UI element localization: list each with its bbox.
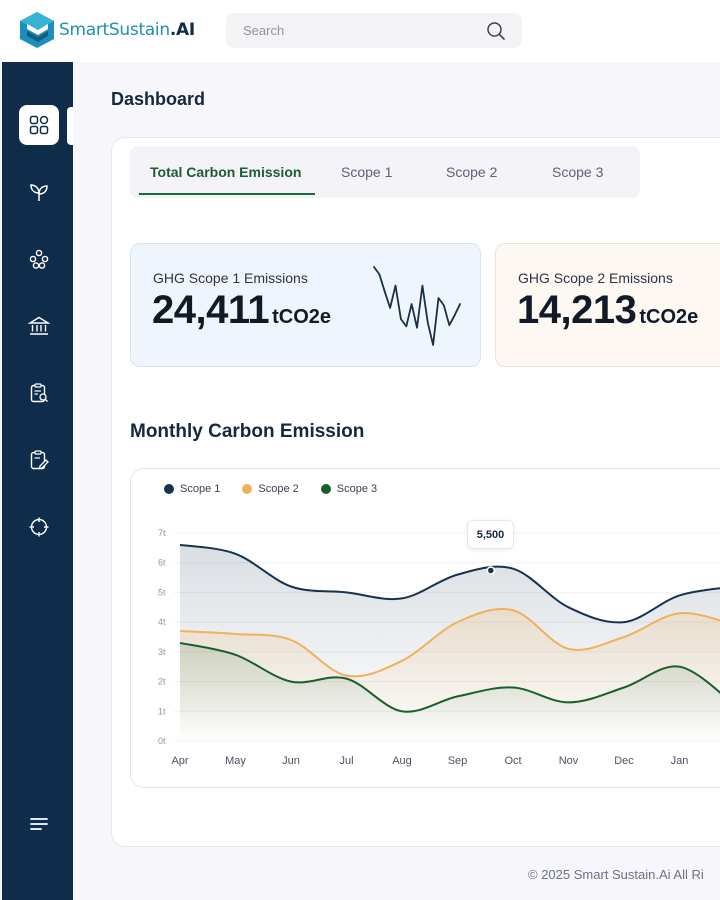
tab-scope-2[interactable]: Scope 2 <box>446 164 497 180</box>
stat-number: 24,411 <box>152 288 270 332</box>
tab-total-carbon-emission[interactable]: Total Carbon Emission <box>150 164 301 180</box>
y-tick-label: 6t <box>158 558 166 568</box>
y-tick-label: 5t <box>158 587 166 597</box>
bank-icon <box>28 316 50 335</box>
sidebar-item-dashboard[interactable] <box>19 105 59 145</box>
y-tick-label: 7t <box>158 528 166 538</box>
y-tick-label: 3t <box>158 647 166 657</box>
menu-icon <box>30 818 48 830</box>
sidebar-item-network[interactable] <box>19 239 59 279</box>
brand-name-part2: .AI <box>169 20 195 40</box>
grid-icon <box>29 115 49 135</box>
search-placeholder: Search <box>243 23 285 38</box>
brand-name-part1: SmartSustain <box>59 20 170 40</box>
sidebar-item-reports[interactable] <box>19 373 59 413</box>
x-tick-label: May <box>225 755 246 767</box>
sidebar-item-sustainability[interactable] <box>19 172 59 212</box>
search-input[interactable]: Search <box>226 13 522 48</box>
tab-bar: Total Carbon Emission Scope 1 Scope 2 Sc… <box>130 146 640 198</box>
stat-label: GHG Scope 1 Emissions <box>153 270 308 286</box>
x-tick-label: Apr <box>171 755 188 767</box>
brand-logo-icon <box>20 12 54 48</box>
sidebar-item-edit[interactable] <box>19 440 59 480</box>
x-tick-label: Jan <box>671 755 689 767</box>
sidebar-active-marker <box>67 107 73 145</box>
stat-card-scope-1[interactable]: GHG Scope 1 Emissions 24,411 tCO2e <box>130 243 481 367</box>
top-bar: SmartSustain.AI Search <box>0 0 720 62</box>
tab-scope-3[interactable]: Scope 3 <box>552 164 603 180</box>
stat-value: 14,213 tCO2e <box>517 288 698 333</box>
sidebar-item-target[interactable] <box>19 507 59 547</box>
brand-logo[interactable]: SmartSustain.AI <box>18 10 195 50</box>
stat-value: 24,411 tCO2e <box>152 288 331 333</box>
x-tick-label: Nov <box>559 755 579 767</box>
y-tick-label: 2t <box>158 677 166 687</box>
x-tick-label: Oct <box>504 755 521 767</box>
page-title: Dashboard <box>111 89 206 109</box>
x-tick-label: Jul <box>339 755 353 767</box>
sidebar-menu-toggle[interactable] <box>19 804 59 844</box>
y-tick-label: 4t <box>158 617 166 627</box>
sparkline-chart <box>373 266 461 346</box>
x-tick-label: Aug <box>392 755 412 767</box>
brand-name: SmartSustain.AI <box>59 20 195 40</box>
clipboard-edit-icon <box>30 450 49 470</box>
active-tab-indicator <box>139 193 315 195</box>
stat-card-scope-2[interactable]: GHG Scope 2 Emissions 14,213 tCO2e <box>495 243 720 367</box>
sidebar-item-bank[interactable] <box>19 306 59 346</box>
stat-unit: tCO2e <box>272 306 332 328</box>
stat-number: 14,213 <box>517 288 637 332</box>
stat-label: GHG Scope 2 Emissions <box>518 270 673 286</box>
stat-unit: tCO2e <box>639 306 699 328</box>
x-tick-label: Sep <box>448 755 468 767</box>
y-tick-label: 1t <box>158 706 166 716</box>
chart-tooltip: 5,500 <box>467 520 514 549</box>
sparkline-line <box>373 266 461 346</box>
search-icon[interactable] <box>486 21 506 41</box>
clipboard-search-icon <box>30 383 48 403</box>
monthly-emission-title: Monthly Carbon Emission <box>130 421 365 442</box>
sprout-icon <box>30 184 48 201</box>
monthly-emission-chart: 0t 1t 2t 3t 4t 5t 6t 7t Apr May Jun Jul Aug Sep Oct Nov… <box>158 528 720 767</box>
app-root: SmartSustain.AI Search Dashboard Total C… <box>0 0 720 900</box>
y-tick-label: 0t <box>158 736 166 746</box>
tooltip-marker[interactable] <box>486 566 496 575</box>
x-tick-label: Dec <box>614 755 634 767</box>
footer-copyright: © 2025 Smart Sustain.Ai All Ri <box>528 867 704 882</box>
tab-scope-1[interactable]: Scope 1 <box>341 164 392 180</box>
network-icon <box>29 249 49 269</box>
x-tick-label: Jun <box>282 755 300 767</box>
crosshair-icon <box>29 517 49 537</box>
sidebar <box>2 62 73 900</box>
